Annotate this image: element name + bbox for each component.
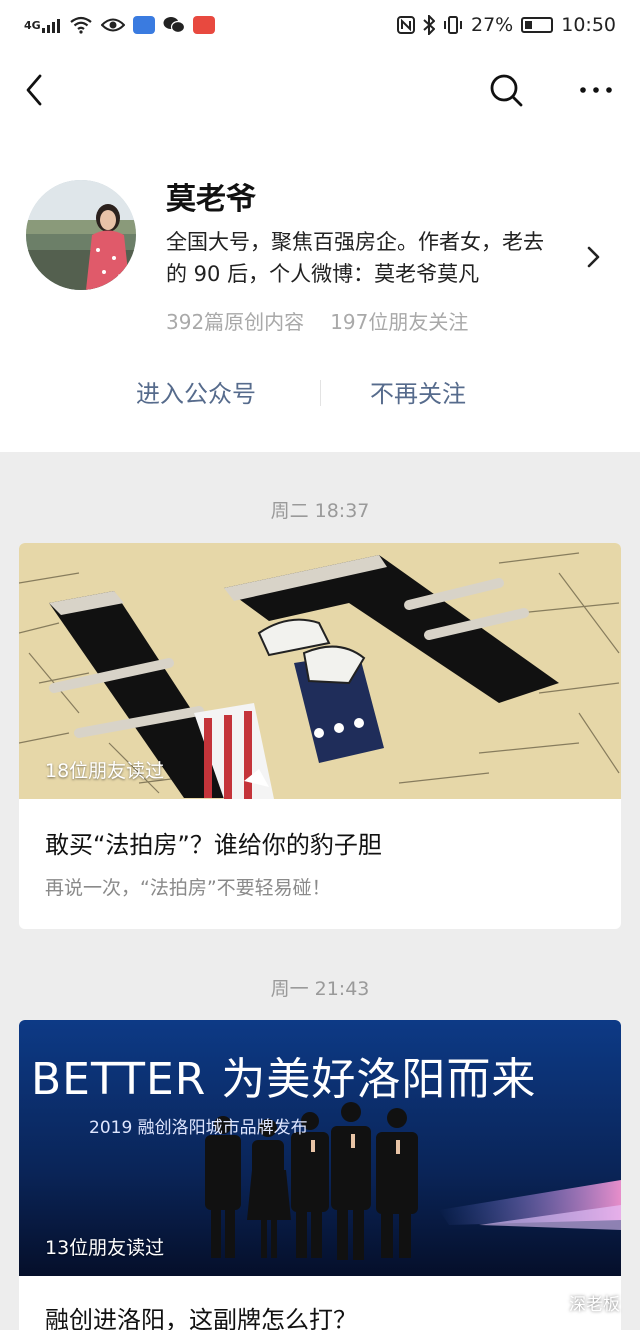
- article-title: 融创进洛阳，这副牌怎么打？: [45, 1306, 357, 1330]
- cover-headline: BETTER 为美好洛阳而来: [31, 1054, 536, 1105]
- description-line: 全国大号，聚焦百强房企。作者女，老去: [166, 230, 544, 254]
- description-line: 的 90 后，个人微博：莫老爷莫凡: [166, 262, 480, 286]
- vibrate-icon: [443, 15, 463, 35]
- account-profile: 莫老爷 全国大号，聚焦百强房企。作者女，老去 的 90 后，个人微博：莫老爷莫凡…: [0, 130, 640, 452]
- article-cover-image: BETTER 为美好洛阳而来 2019 融创洛阳城市品牌发布 13位朋友读过: [19, 1020, 621, 1276]
- watermark: 深老板: [540, 1290, 620, 1315]
- article-summary: 再说一次，“法拍房”不要轻易碰！: [45, 877, 331, 899]
- account-actions: 进入公众号 不再关注: [0, 368, 640, 418]
- account-stats: 392篇原创内容 197位朋友关注: [166, 306, 468, 335]
- article-title: 敢买“法拍房”？谁给你的豹子胆: [45, 831, 382, 859]
- wifi-icon: [69, 16, 93, 34]
- timestamp: 周二 18:37: [270, 500, 370, 522]
- friends-following: 197位朋友关注: [330, 310, 469, 334]
- eye-icon: [100, 17, 125, 33]
- battery-icon: [521, 17, 554, 33]
- search-icon[interactable]: [486, 70, 526, 110]
- original-count: 392篇原创内容: [166, 310, 305, 334]
- article-card[interactable]: 18位朋友读过 敢买“法拍房”？谁给你的豹子胆 再说一次，“法拍房”不要轻易碰！: [19, 543, 621, 929]
- signal-icon: 4G: [24, 17, 61, 33]
- back-icon[interactable]: [18, 72, 54, 108]
- app-icon: [192, 16, 215, 34]
- network-type: 4G: [24, 18, 41, 32]
- cover-subheadline: 2019 融创洛阳城市品牌发布: [89, 1118, 308, 1138]
- avatar[interactable]: [26, 180, 136, 290]
- chevron-right-icon[interactable]: [580, 242, 606, 272]
- article-card[interactable]: BETTER 为美好洛阳而来 2019 融创洛阳城市品牌发布 13位朋友读过 融…: [19, 1020, 621, 1330]
- timestamp: 周一 21:43: [270, 978, 370, 1000]
- friends-read-count: 18位朋友读过: [45, 760, 165, 782]
- bluetooth-icon: [423, 15, 435, 35]
- clock: 10:50: [561, 14, 616, 36]
- article-cover-image: 18位朋友读过: [19, 543, 621, 799]
- app-icon: [132, 16, 155, 34]
- enter-account-button[interactable]: 进入公众号: [136, 374, 256, 409]
- nfc-icon: [397, 16, 415, 34]
- battery-level: [525, 21, 532, 29]
- nav-bar: [0, 50, 640, 130]
- unfollow-button[interactable]: 不再关注: [370, 374, 466, 409]
- wechat-logo-icon: [540, 1291, 564, 1314]
- battery-percent: 27%: [471, 14, 514, 36]
- friends-read-count: 13位朋友读过: [45, 1237, 165, 1259]
- status-bar: 4G 27% 10:50: [0, 0, 640, 50]
- account-name: 莫老爷: [166, 182, 256, 217]
- account-description: 全国大号，聚焦百强房企。作者女，老去 的 90 后，个人微博：莫老爷莫凡: [166, 226, 586, 290]
- more-icon[interactable]: [574, 72, 618, 108]
- watermark-text: 深老板: [569, 1295, 620, 1315]
- wechat-icon: [163, 16, 185, 34]
- action-divider: [320, 380, 321, 406]
